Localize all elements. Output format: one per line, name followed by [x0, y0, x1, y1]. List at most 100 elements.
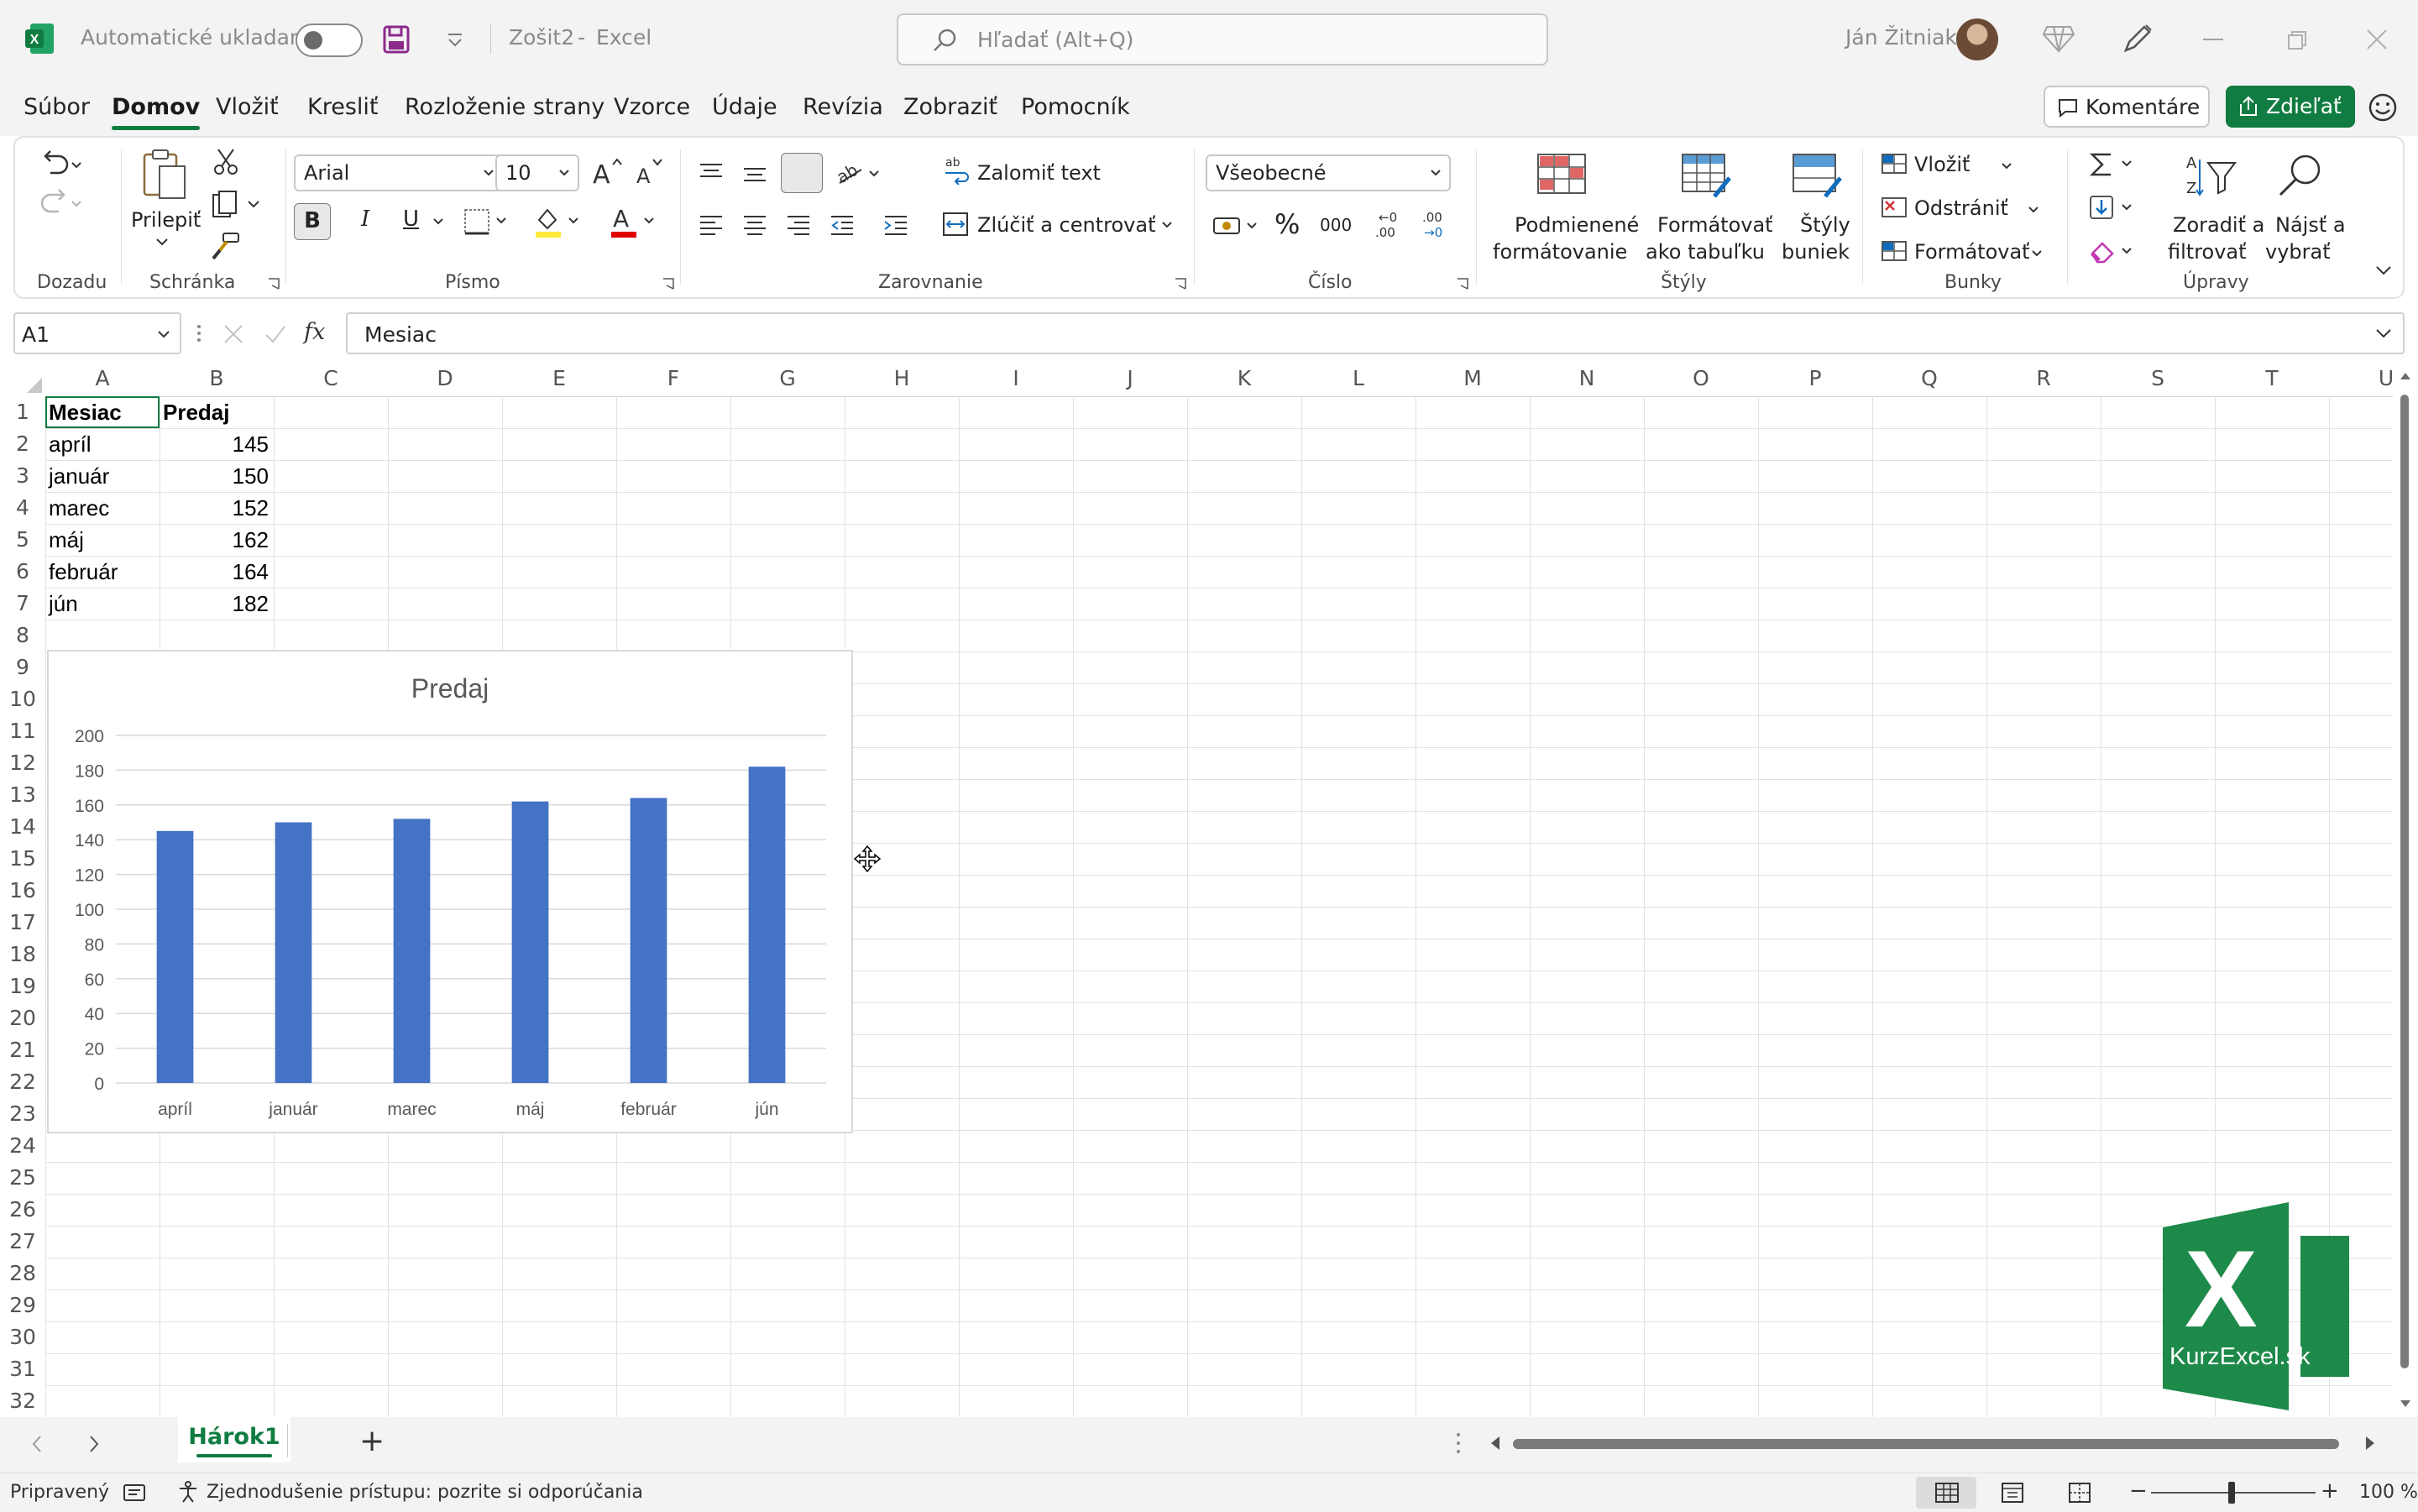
table-cell[interactable]: 182 — [163, 588, 269, 620]
wrap-text-icon[interactable]: ab — [944, 154, 972, 185]
row-header[interactable]: 20 — [0, 1002, 45, 1034]
column-header[interactable]: N — [1530, 361, 1644, 397]
row-header[interactable]: 14 — [0, 811, 45, 843]
row-header[interactable]: 28 — [0, 1258, 45, 1290]
row-header[interactable]: 4 — [0, 492, 45, 524]
column-header[interactable]: S — [2101, 361, 2215, 397]
fill-color-icon[interactable] — [532, 203, 583, 238]
row-header[interactable]: 19 — [0, 971, 45, 1002]
column-header[interactable]: O — [1644, 361, 1758, 397]
comments-button[interactable]: Komentáre — [2044, 86, 2210, 128]
row-header[interactable]: 11 — [0, 715, 45, 747]
column-header[interactable]: D — [388, 361, 502, 397]
number-launcher-icon[interactable] — [1456, 277, 1469, 290]
column-header[interactable]: F — [616, 361, 730, 397]
table-cell[interactable]: 145 — [163, 428, 269, 460]
cut-icon[interactable] — [212, 148, 240, 176]
chevron-down-icon[interactable] — [432, 217, 445, 227]
zoom-level[interactable]: 100 % — [2359, 1482, 2418, 1503]
search-box[interactable]: Hľadať (Alt+Q) — [897, 13, 1548, 65]
designer-pen-icon[interactable] — [2121, 24, 2154, 55]
vertical-scrollbar[interactable] — [2393, 361, 2418, 1417]
table-cell[interactable]: 164 — [163, 556, 269, 588]
menu-formulas[interactable]: Vzorce — [614, 94, 690, 120]
save-icon[interactable] — [383, 25, 410, 54]
table-cell[interactable]: jún — [49, 588, 154, 620]
fill-icon[interactable] — [2089, 193, 2139, 223]
minimize-icon[interactable] — [2203, 39, 2223, 40]
row-header[interactable]: 8 — [0, 620, 45, 651]
row-header[interactable]: 9 — [0, 651, 45, 683]
align-left-icon[interactable] — [697, 212, 873, 242]
table-cell[interactable]: apríl — [49, 428, 154, 460]
conditional-formatting-button[interactable]: Podmienené formátovanie — [1479, 146, 1647, 270]
paste-icon[interactable] — [139, 148, 190, 201]
chart-bar[interactable] — [511, 801, 549, 1083]
row-header[interactable]: 13 — [0, 779, 45, 811]
accounting-format-icon[interactable] — [1211, 210, 1264, 240]
row-header[interactable]: 31 — [0, 1353, 45, 1385]
chart-bar[interactable] — [630, 798, 667, 1083]
font-color-icon[interactable]: A — [608, 203, 658, 238]
alignment-launcher-icon[interactable] — [1174, 277, 1187, 290]
header-cell[interactable]: Predaj — [163, 396, 269, 428]
chevron-down-icon[interactable] — [1160, 220, 1174, 230]
format-as-table-button[interactable]: Formátovať ako tabuľku — [1632, 146, 1780, 270]
copy-icon[interactable] — [212, 190, 262, 218]
menu-home[interactable]: Domov — [112, 94, 201, 130]
insert-function-icon[interactable]: fx — [304, 319, 325, 345]
vertical-scroll-thumb[interactable] — [2400, 395, 2409, 1368]
table-cell[interactable]: 162 — [163, 524, 269, 556]
horizontal-scroll-thumb[interactable] — [1513, 1439, 2339, 1449]
name-box[interactable]: A1 — [13, 312, 181, 354]
font-size-select[interactable]: 10 — [495, 154, 579, 191]
row-header[interactable]: 15 — [0, 843, 45, 875]
italic-button[interactable]: I — [361, 207, 369, 232]
column-header[interactable]: B — [160, 361, 274, 397]
merge-center-icon[interactable] — [942, 210, 971, 238]
row-header[interactable]: 12 — [0, 747, 45, 779]
row-header[interactable]: 29 — [0, 1290, 45, 1321]
add-sheet-button[interactable]: + — [359, 1424, 385, 1458]
row-header[interactable]: 2 — [0, 428, 45, 460]
sheet-tab-harok1[interactable]: Hárok1 — [178, 1417, 290, 1462]
row-header[interactable]: 26 — [0, 1194, 45, 1226]
column-header[interactable]: A — [45, 361, 160, 397]
redo-icon[interactable] — [39, 186, 86, 220]
column-header[interactable]: P — [1758, 361, 1872, 397]
increase-decimal-icon[interactable]: ←0.00.00 →0 — [1370, 208, 1454, 242]
scroll-up-icon[interactable] — [2400, 371, 2411, 381]
borders-icon[interactable] — [463, 207, 510, 237]
next-sheet-icon[interactable] — [87, 1434, 101, 1454]
paste-label[interactable]: Prilepiť — [131, 207, 201, 233]
font-launcher-icon[interactable] — [662, 277, 675, 290]
column-header[interactable]: K — [1187, 361, 1301, 397]
row-header[interactable]: 1 — [0, 396, 45, 428]
row-header[interactable]: 16 — [0, 875, 45, 907]
menu-insert[interactable]: Vložiť — [216, 94, 279, 120]
decrease-font-size-icon[interactable]: A — [635, 156, 668, 190]
collapse-ribbon-icon[interactable] — [2374, 264, 2393, 277]
column-header[interactable]: I — [959, 361, 1073, 397]
table-cell[interactable]: 152 — [163, 492, 269, 524]
table-cell[interactable]: 150 — [163, 460, 269, 492]
wrap-text-label[interactable]: Zalomiť text — [977, 160, 1101, 186]
row-header[interactable]: 5 — [0, 524, 45, 556]
row-header[interactable]: 23 — [0, 1098, 45, 1130]
restore-icon[interactable] — [2287, 30, 2307, 50]
row-header[interactable]: 17 — [0, 907, 45, 939]
autosum-icon[interactable] — [2089, 149, 2139, 180]
scroll-down-icon[interactable] — [2400, 1399, 2411, 1409]
format-painter-icon[interactable] — [212, 232, 240, 260]
scroll-right-icon[interactable] — [2364, 1436, 2376, 1451]
column-header[interactable]: Q — [1872, 361, 1986, 397]
confirm-entry-icon[interactable] — [264, 322, 287, 346]
menu-data[interactable]: Údaje — [712, 94, 777, 120]
row-header[interactable]: 30 — [0, 1321, 45, 1353]
sort-filter-button[interactable]: AZ Zoradiť a filtrovať — [2168, 146, 2264, 270]
page-layout-view-icon[interactable] — [2000, 1480, 2025, 1505]
scroll-left-icon[interactable] — [1489, 1436, 1501, 1451]
column-header[interactable]: M — [1416, 361, 1530, 397]
row-header[interactable]: 6 — [0, 556, 45, 588]
feedback-smiley-icon[interactable] — [2368, 92, 2398, 123]
